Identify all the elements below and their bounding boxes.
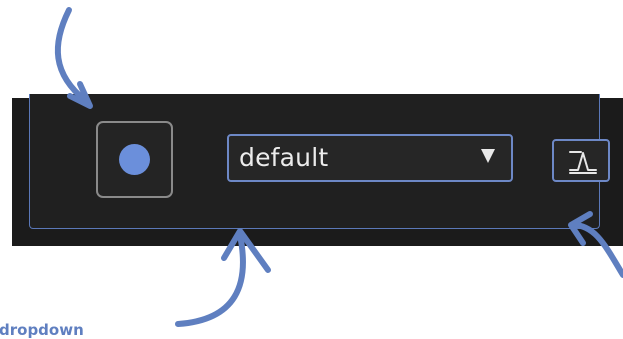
dropdown-annotation-arrow bbox=[175, 232, 246, 327]
panel-frame: default bbox=[29, 94, 610, 229]
preset-dropdown[interactable]: default bbox=[227, 134, 513, 182]
record-button[interactable] bbox=[96, 121, 173, 198]
annotation-label: dropdown bbox=[0, 321, 84, 339]
dropdown-caret-icon bbox=[481, 149, 495, 163]
preset-value: default bbox=[239, 143, 329, 172]
annotated-ui-screenshot: { "toolbar": { "record_button_icon": "re… bbox=[0, 0, 623, 339]
control-panel: default bbox=[12, 94, 623, 246]
record-dot-icon bbox=[119, 144, 150, 175]
envelope-button[interactable] bbox=[552, 139, 610, 182]
record-button-annotation-arrow bbox=[54, 7, 89, 104]
envelope-curve-icon bbox=[569, 151, 597, 174]
